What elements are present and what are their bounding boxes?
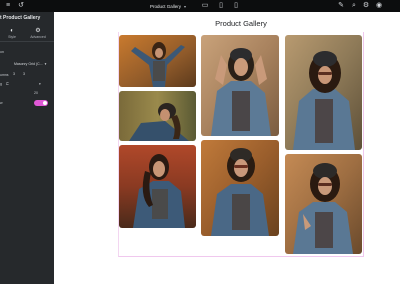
panel-tabs: ◐ Style ⚙ Advanced [0,28,54,42]
tab-advanced[interactable]: ⚙ Advanced [28,28,48,39]
desktop-icon[interactable]: ▭ [201,2,209,10]
search-icon[interactable]: ⌕ [350,2,358,10]
gallery-heading[interactable]: Product Gallery [54,19,400,28]
layout-select[interactable]: Masonry Grid (C... ▾ [14,61,46,67]
columns-label: umns [0,73,9,77]
layout-select-value: Masonry Grid (C... [14,62,43,66]
gallery-image[interactable] [119,145,196,228]
gallery-image[interactable] [119,35,196,87]
menu-icon[interactable]: ≡ [4,2,12,10]
gallery-image[interactable] [119,91,196,141]
gallery-image[interactable] [201,140,279,236]
style-icon: ◐ [10,28,14,34]
lightbox-toggle[interactable] [34,100,48,106]
unit-icon[interactable]: ▾ [39,82,41,86]
gear-icon: ⚙ [35,28,41,34]
preview-icon[interactable]: ◉ [375,2,383,10]
chevron-down-icon: ▾ [184,3,187,9]
tools-icon[interactable]: ✎ [337,2,345,10]
photo-woman-beanie-autumn [285,154,362,254]
gallery-image[interactable] [201,35,279,136]
photo-woman-reclining [119,91,196,141]
chevron-down-icon: ▾ [44,62,47,66]
gap-label: g [0,82,2,86]
photo-woman-hands-in-hair [201,35,279,136]
page-selector[interactable]: Product Gallery ▾ [150,2,186,10]
settings-icon[interactable]: ⚙ [362,2,370,10]
photo-woman-curly-hair [285,35,362,150]
section-label: on [0,50,4,54]
spacing-value: 20 [34,91,38,95]
top-bar: ≡ ↺ Product Gallery ▾ ▭ ▯ ▯ ✎ ⌕ ⚙ ◉ [0,0,400,12]
columns-input[interactable]: 3 [10,72,18,78]
widget-title: t Product Gallery [0,15,41,21]
link-icon[interactable]: ⊏ [6,82,9,86]
columns-input-2[interactable]: 3 [20,72,28,78]
mobile-icon[interactable]: ▯ [232,2,240,10]
history-icon[interactable]: ↺ [17,2,25,10]
photo-woman-arms-raised [119,35,196,87]
photo-woman-sunglasses [201,140,279,236]
gallery-image[interactable] [285,154,362,254]
sidebar-panel: t Product Gallery ◐ Style ⚙ Advanced on … [0,12,54,284]
tab-advanced-label: Advanced [30,35,46,39]
tab-style-label: Style [8,35,16,39]
gallery-image[interactable] [285,35,362,150]
editor-app: ≡ ↺ Product Gallery ▾ ▭ ▯ ▯ ✎ ⌕ ⚙ ◉ t Pr… [0,0,400,284]
page-name: Product Gallery [150,3,182,9]
tab-style[interactable]: ◐ Style [2,28,22,39]
photo-woman-autumn [119,145,196,228]
tablet-icon[interactable]: ▯ [217,2,225,10]
toggle-label: w [0,101,3,105]
